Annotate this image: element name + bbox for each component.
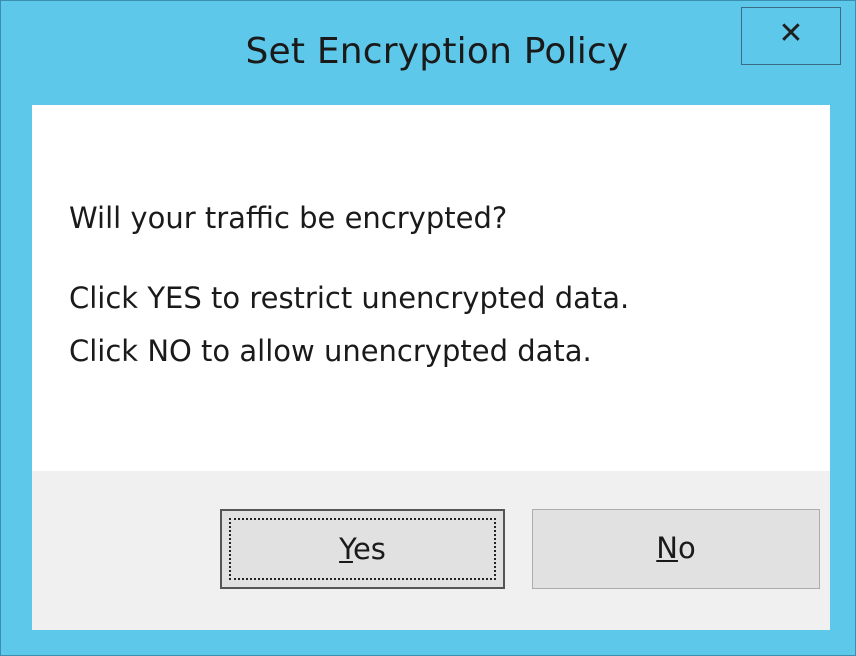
- focus-rectangle: [229, 518, 496, 580]
- close-button[interactable]: ✕: [741, 7, 841, 65]
- close-icon: ✕: [778, 16, 804, 51]
- dialog-title: Set Encryption Policy: [245, 31, 629, 72]
- title-bar[interactable]: Set Encryption Policy ✕: [1, 1, 855, 103]
- no-mnemonic: N: [656, 531, 678, 565]
- yes-button[interactable]: Yes: [220, 509, 505, 589]
- no-explanation-text: Click NO to allow unencrypted data.: [69, 334, 592, 368]
- no-button[interactable]: No: [532, 509, 820, 589]
- yes-explanation-text: Click YES to restrict unencrypted data.: [69, 281, 630, 315]
- dialog-body: Will your traffic be encrypted? Click YE…: [32, 105, 830, 630]
- dialog-window: Set Encryption Policy ✕ Will your traffi…: [0, 0, 856, 656]
- button-bar: Yes No: [32, 471, 830, 630]
- question-text: Will your traffic be encrypted?: [69, 201, 508, 235]
- no-label-rest: o: [677, 531, 696, 565]
